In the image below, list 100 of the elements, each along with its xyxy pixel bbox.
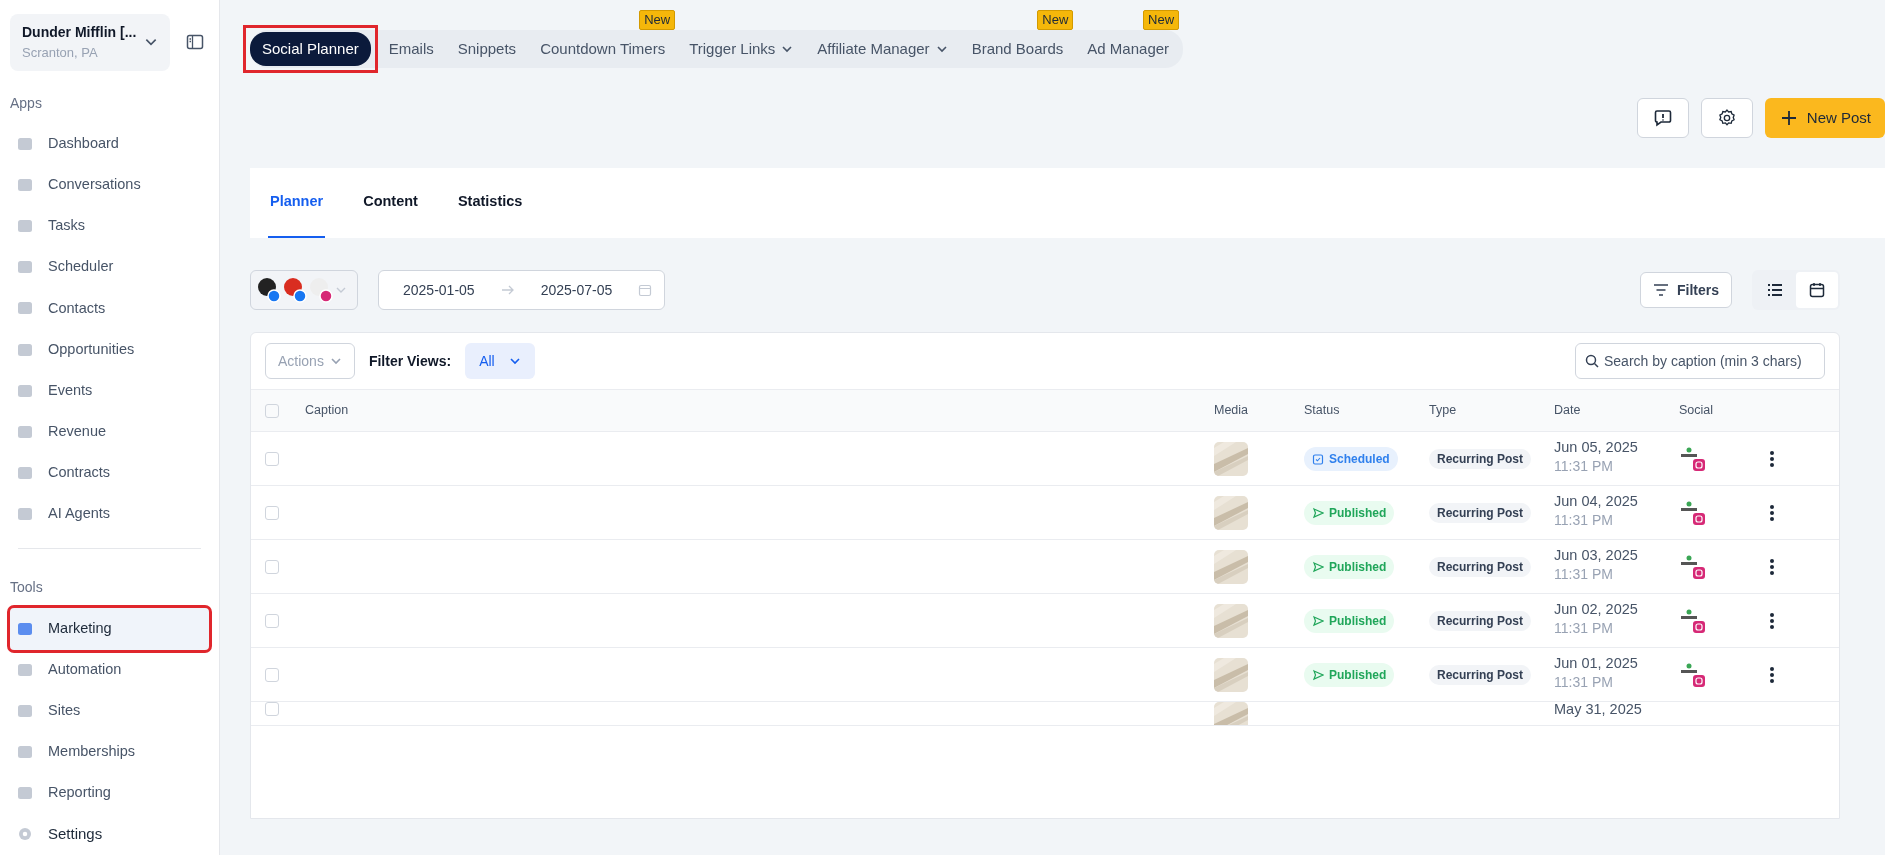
sidebar-item[interactable]: Events — [10, 370, 209, 412]
send-icon — [1312, 506, 1324, 519]
filter-icon — [1653, 283, 1669, 297]
more-options-icon[interactable] — [1769, 612, 1775, 631]
calendar-view-button[interactable] — [1796, 272, 1838, 308]
sidebar-item[interactable]: Memberships — [10, 731, 209, 773]
more-options-icon[interactable] — [1769, 450, 1775, 469]
account-location: Scranton, PA — [22, 44, 99, 62]
settings-icon — [1716, 108, 1737, 128]
sidebar-item[interactable]: Conversations — [10, 164, 209, 206]
type-badge: Recurring Post — [1429, 557, 1531, 577]
sidebar-item[interactable]: Opportunities — [10, 328, 209, 371]
nav-tab[interactable]: Ad Manager — [1075, 31, 1182, 67]
status-badge: Published — [1304, 608, 1395, 633]
new-badge: New — [1037, 9, 1074, 30]
post-date: Jun 05, 2025 — [1554, 440, 1639, 456]
sidebar-item[interactable]: Scheduler — [10, 246, 209, 288]
nav-tab[interactable]: Social Planner — [250, 31, 371, 67]
more-options-icon[interactable] — [1769, 666, 1775, 685]
select-all-checkbox[interactable] — [265, 403, 279, 418]
feedback-button[interactable] — [1636, 98, 1689, 138]
post-time: 11:31 PM — [1554, 456, 1614, 476]
post-time: 11:31 PM — [1554, 618, 1614, 638]
sidebar-item[interactable]: Contacts — [10, 287, 209, 329]
new-badge: New — [639, 9, 676, 30]
sidebar-item[interactable]: Automation — [10, 649, 209, 691]
settings-button[interactable] — [1700, 98, 1753, 138]
nav-icon — [16, 620, 34, 638]
account-name: Dunder Mifflin [... — [22, 23, 137, 42]
nav-tab[interactable]: Countdown Timers — [528, 31, 678, 67]
sidebar-item[interactable]: Sites — [10, 690, 209, 732]
calendar-icon — [1312, 452, 1324, 465]
post-date: May 31, 2025 — [1554, 702, 1643, 718]
column-header: Caption — [305, 402, 350, 420]
column-header: Type — [1429, 402, 1458, 420]
chevron-down-icon — [781, 43, 794, 55]
new-badge: New — [1143, 9, 1180, 30]
chevron-down-icon — [329, 355, 342, 367]
row-checkbox[interactable] — [265, 559, 279, 574]
filter-view-dropdown[interactable]: All — [465, 343, 535, 379]
calendar-icon — [1809, 282, 1825, 298]
status-badge: Published — [1304, 662, 1395, 687]
content-tab[interactable]: Statistics — [455, 168, 525, 238]
row-checkbox[interactable] — [265, 613, 279, 628]
filter-views-label: Filter Views: — [368, 351, 452, 371]
content-tab[interactable]: Content — [361, 168, 420, 238]
new-post-button[interactable]: New Post — [1764, 98, 1885, 138]
row-checkbox[interactable] — [265, 667, 279, 682]
message-alert-icon — [1652, 108, 1673, 128]
post-time: 11:31 PM — [1554, 672, 1614, 692]
sidebar-item[interactable]: Reporting — [10, 772, 209, 814]
chevron-down-icon — [935, 43, 948, 55]
chevron-down-icon — [508, 355, 521, 367]
nav-tab[interactable]: Snippets — [445, 31, 529, 67]
filters-button[interactable]: Filters — [1640, 272, 1732, 308]
account-switcher[interactable]: Dunder Mifflin [... Scranton, PA — [10, 14, 170, 71]
type-badge: Recurring Post — [1429, 611, 1531, 631]
column-header: Status — [1304, 402, 1341, 420]
content-tab[interactable]: Planner — [268, 168, 326, 238]
type-badge: Recurring Post — [1429, 449, 1531, 469]
date-range-field[interactable]: 2025-01-05 2025-07-05 — [378, 270, 666, 310]
send-icon — [1312, 614, 1324, 627]
post-time: 11:31 PM — [1554, 564, 1614, 584]
more-options-icon[interactable] — [1769, 558, 1775, 577]
type-badge: Recurring Post — [1429, 665, 1531, 685]
nav-tab[interactable]: Emails — [376, 31, 446, 67]
more-options-icon[interactable] — [1769, 504, 1775, 523]
column-header: Date — [1554, 402, 1582, 420]
row-checkbox[interactable] — [265, 451, 279, 466]
post-time: 11:31 PM — [1554, 510, 1614, 530]
type-badge: Recurring Post — [1429, 503, 1531, 523]
nav-tab[interactable]: Trigger Links — [677, 31, 806, 67]
sidebar-item[interactable]: Marketing — [10, 608, 209, 650]
post-date: Jun 02, 2025 — [1554, 602, 1639, 618]
row-checkbox[interactable] — [265, 505, 279, 520]
search-field[interactable]: Search by caption (min 3 chars) — [1575, 343, 1825, 379]
post-date: Jun 01, 2025 — [1554, 656, 1639, 672]
sidebar-item[interactable]: Contracts — [10, 452, 209, 494]
sidebar-toggle-icon[interactable] — [186, 33, 204, 52]
sidebar-item[interactable]: Tasks — [10, 205, 209, 247]
row-checkbox[interactable] — [265, 702, 279, 716]
start-date: 2025-01-05 — [403, 280, 475, 300]
nav-tab[interactable]: Affiliate Manager — [805, 31, 960, 67]
status-badge: Published — [1304, 500, 1395, 525]
search-icon — [1585, 354, 1599, 368]
account-selector[interactable] — [250, 270, 358, 310]
sidebar-item[interactable]: Settings — [10, 813, 209, 855]
plus-icon — [1780, 110, 1797, 126]
sidebar-item[interactable]: Revenue — [10, 411, 209, 453]
calendar-icon — [638, 283, 653, 297]
column-header: Social — [1679, 402, 1715, 420]
end-date: 2025-07-05 — [540, 280, 613, 300]
send-icon — [1312, 668, 1324, 681]
sidebar-item[interactable]: AI Agents — [10, 493, 209, 535]
status-badge: Scheduled — [1304, 446, 1398, 471]
nav-tab[interactable]: Brand Boards — [959, 31, 1076, 67]
arrow-right-icon — [500, 285, 515, 295]
status-badge: Published — [1304, 554, 1395, 579]
sidebar-item[interactable]: Dashboard — [10, 123, 209, 165]
list-icon — [1767, 283, 1783, 297]
